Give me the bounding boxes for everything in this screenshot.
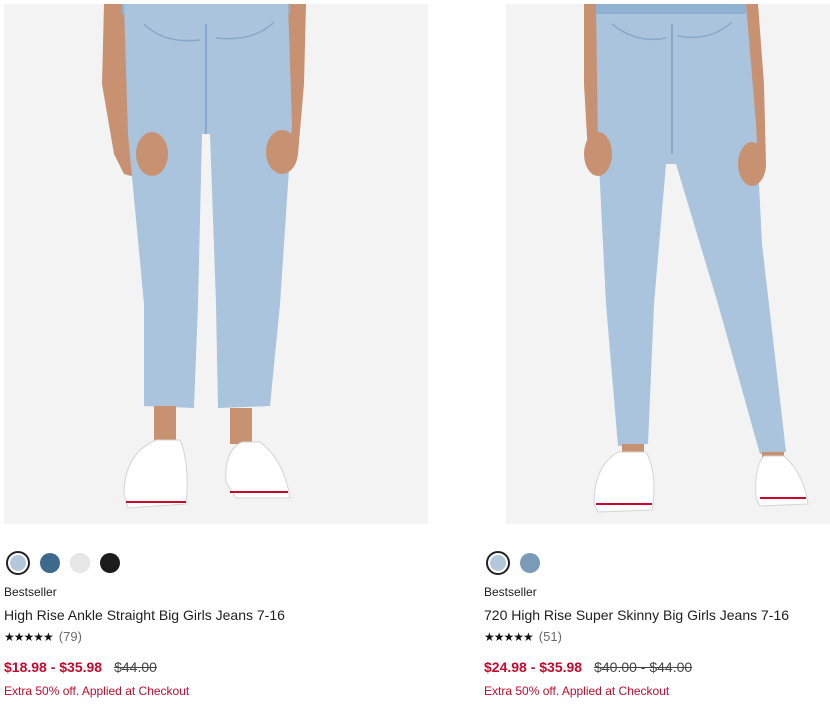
jeans-straight-illustration <box>4 4 428 524</box>
sale-price: $18.98 - $35.98 <box>4 659 103 675</box>
color-swatches <box>484 550 830 576</box>
swatch-light-wash[interactable] <box>486 551 510 575</box>
swatch-light-wash[interactable] <box>6 551 30 575</box>
product-title[interactable]: High Rise Ankle Straight Big Girls Jeans… <box>4 606 428 624</box>
original-price: $40.00 - $44.00 <box>594 659 693 675</box>
bestseller-badge: Bestseller <box>4 585 57 599</box>
product-image[interactable] <box>506 4 830 524</box>
product-image[interactable] <box>4 4 428 524</box>
star-rating-icon: ★★★★★ <box>4 630 54 644</box>
jeans-skinny-illustration <box>506 4 830 524</box>
star-rating-icon: ★★★★★ <box>484 630 534 644</box>
product-title[interactable]: 720 High Rise Super Skinny Big Girls Jea… <box>484 606 830 624</box>
product-card[interactable]: Bestseller High Rise Ankle Straight Big … <box>4 4 428 699</box>
rating[interactable]: ★★★★★ (51) <box>484 629 830 645</box>
promo-text: Extra 50% off. Applied at Checkout <box>484 684 670 698</box>
price-block: $18.98 - $35.98 $44.00 <box>4 658 428 676</box>
product-grid: Bestseller High Rise Ankle Straight Big … <box>0 0 830 722</box>
color-swatches <box>4 550 428 576</box>
promo-text: Extra 50% off. Applied at Checkout <box>4 684 190 698</box>
swatch-black[interactable] <box>100 553 120 573</box>
original-price: $44.00 <box>114 659 157 675</box>
price-block: $24.98 - $35.98 $40.00 - $44.00 <box>484 658 830 676</box>
rating[interactable]: ★★★★★ (79) <box>4 629 428 645</box>
product-info: Bestseller 720 High Rise Super Skinny Bi… <box>484 550 830 699</box>
review-count: (51) <box>538 629 562 644</box>
review-count: (79) <box>58 629 82 644</box>
swatch-medium-wash[interactable] <box>40 553 60 573</box>
sale-price: $24.98 - $35.98 <box>484 659 583 675</box>
product-card[interactable]: Bestseller 720 High Rise Super Skinny Bi… <box>484 4 830 699</box>
swatch-white[interactable] <box>70 553 90 573</box>
product-info: Bestseller High Rise Ankle Straight Big … <box>4 550 428 699</box>
bestseller-badge: Bestseller <box>484 585 537 599</box>
swatch-medium-wash[interactable] <box>520 553 540 573</box>
